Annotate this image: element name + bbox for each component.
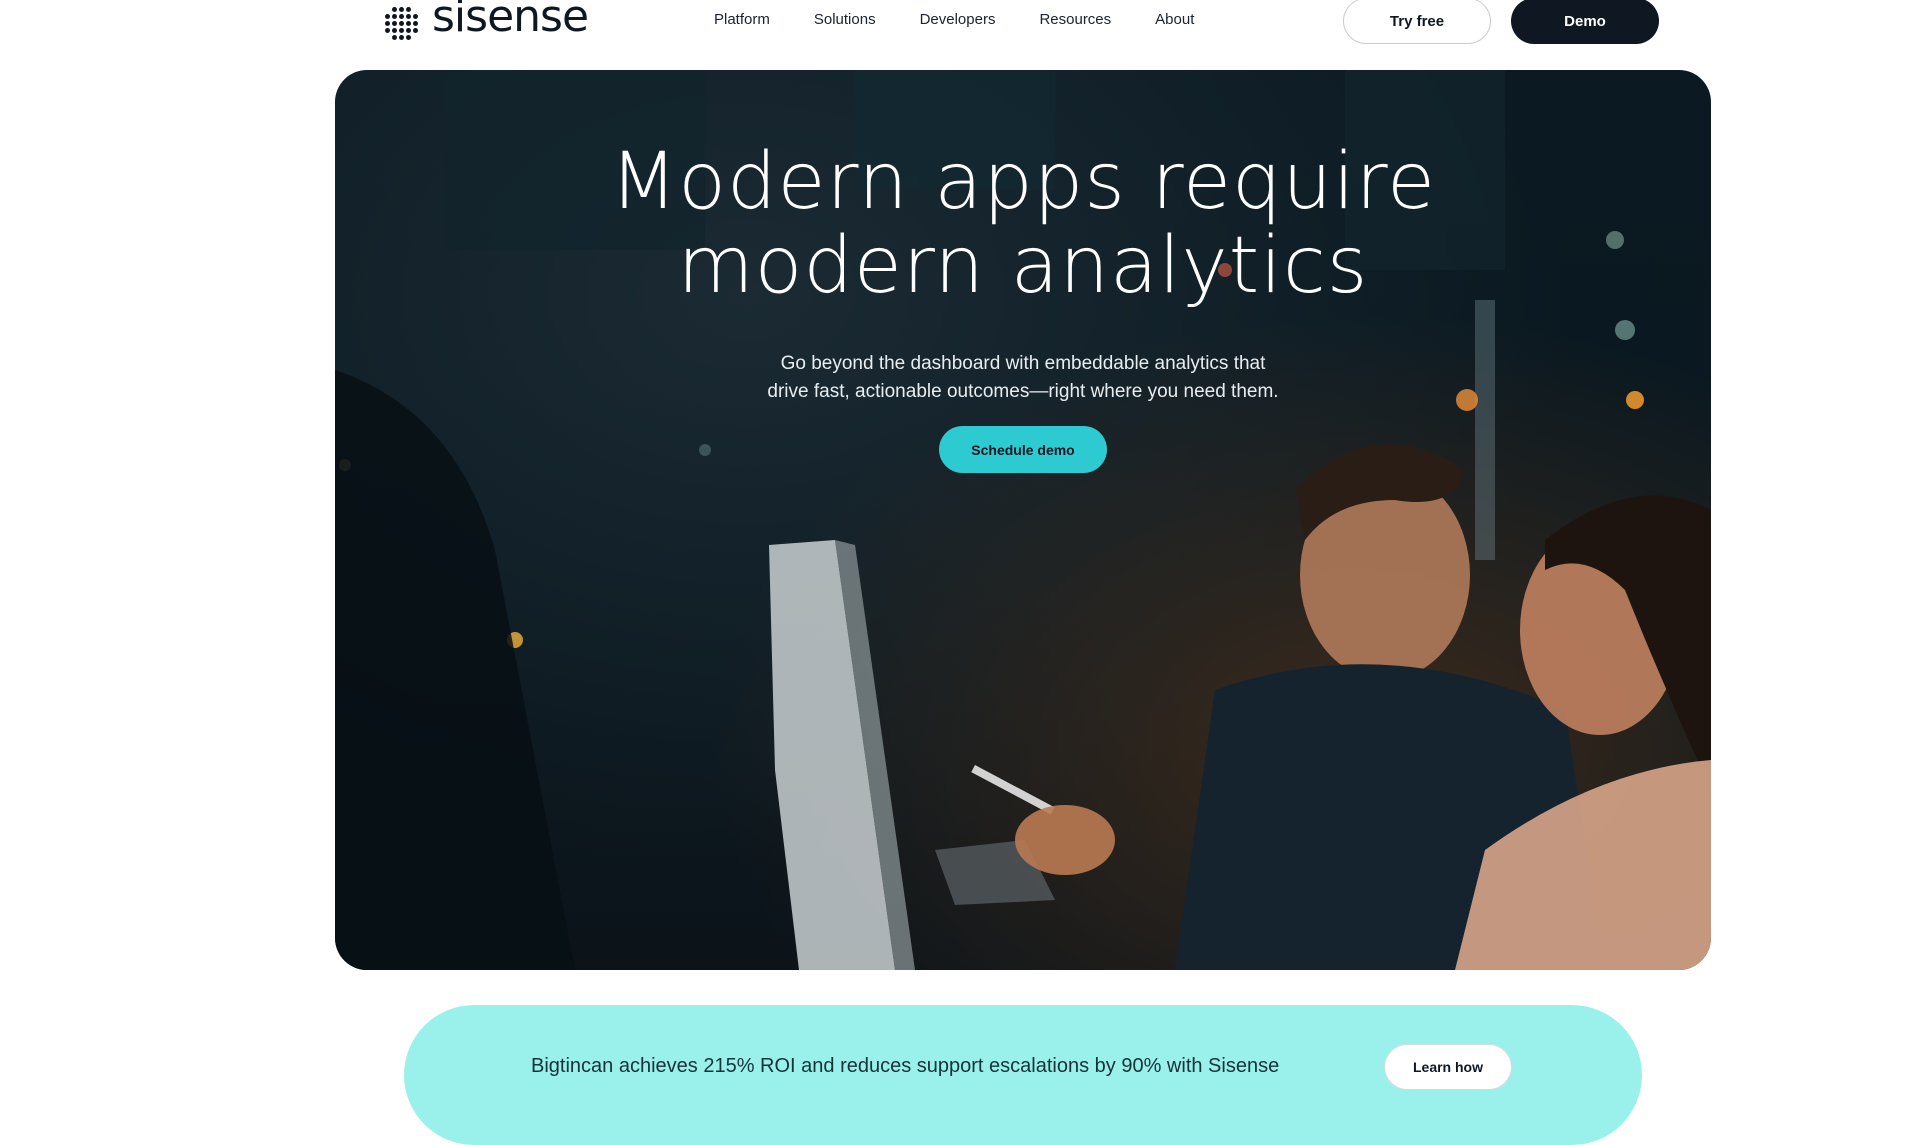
demo-button[interactable]: Demo bbox=[1511, 0, 1659, 44]
banner-text: Bigtincan achieves 215% ROI and reduces … bbox=[531, 1055, 1280, 1077]
learn-how-button[interactable]: Learn how bbox=[1384, 1044, 1512, 1090]
dot-grid-logo-icon bbox=[385, 6, 418, 40]
nav-item-solutions[interactable]: Solutions bbox=[814, 11, 876, 28]
logo-wordmark: sisense bbox=[432, 0, 589, 42]
hero-heading-line-1: Modern apps require bbox=[609, 137, 1436, 227]
sisense-logo[interactable]: sisense bbox=[385, 0, 589, 46]
hero-subtitle-line-2: drive fast, actionable outcomes—right wh… bbox=[767, 381, 1279, 402]
hero-heading: Modern apps require modern analytics bbox=[335, 140, 1711, 308]
nav-item-resources[interactable]: Resources bbox=[1039, 11, 1111, 28]
nav-item-platform[interactable]: Platform bbox=[714, 11, 770, 28]
nav-item-developers[interactable]: Developers bbox=[920, 11, 996, 28]
try-free-button[interactable]: Try free bbox=[1343, 0, 1491, 44]
hero-subtitle-line-1: Go beyond the dashboard with embeddable … bbox=[780, 353, 1266, 374]
nav-item-about[interactable]: About bbox=[1155, 11, 1194, 28]
hero-subtitle: Go beyond the dashboard with embeddable … bbox=[335, 350, 1711, 406]
schedule-demo-button[interactable]: Schedule demo bbox=[939, 426, 1107, 473]
customer-story-banner: Bigtincan achieves 215% ROI and reduces … bbox=[404, 1005, 1642, 1145]
hero-heading-line-2: modern analytics bbox=[677, 221, 1369, 311]
main-nav: Platform Solutions Developers Resources … bbox=[714, 11, 1194, 28]
hero-section: Modern apps require modern analytics Go … bbox=[335, 70, 1711, 970]
